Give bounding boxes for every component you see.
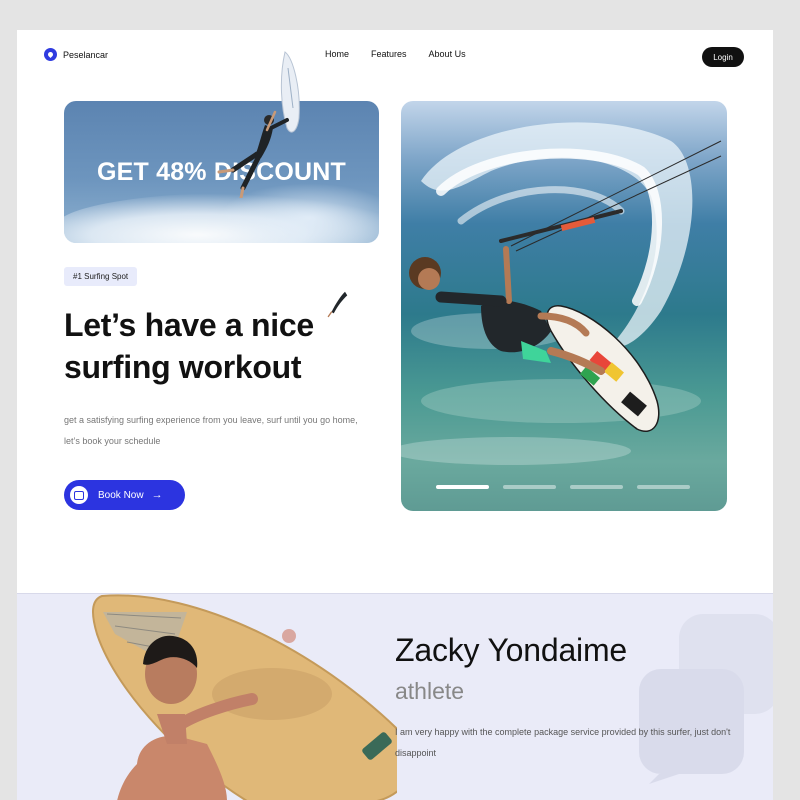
landing-page: Peselancar Home Features About Us Login … <box>17 30 773 800</box>
brand[interactable]: Peselancar <box>44 48 108 61</box>
testimonial-role: athlete <box>395 678 465 704</box>
arrow-right-icon: → <box>151 489 163 501</box>
athlete-photo <box>92 594 397 800</box>
kitesurf-scene <box>401 122 722 465</box>
nav-link-home[interactable]: Home <box>325 49 349 59</box>
brand-logo-icon <box>44 48 57 61</box>
flying-surfer-image <box>217 51 300 198</box>
surfer-arm-overlay <box>327 291 348 318</box>
brand-name: Peselancar <box>63 49 109 60</box>
hero-image <box>401 101 727 511</box>
book-now-label: Book Now <box>98 489 144 501</box>
hero-description: get a satisfying surfing experience from… <box>64 415 358 446</box>
slide-dot-1[interactable] <box>436 485 489 489</box>
surfing-spot-tag: #1 Surfing Spot <box>64 267 138 286</box>
login-button[interactable]: Login <box>702 47 744 67</box>
testimonial-quote: I am very happy with the complete packag… <box>395 727 731 758</box>
nav-link-features[interactable]: Features <box>371 49 407 59</box>
hero-headline: Let’s have a nice surfing workout <box>64 307 314 385</box>
slide-dot-4[interactable] <box>637 485 690 489</box>
slide-dot-2[interactable] <box>503 485 556 489</box>
book-now-button[interactable]: Book Now → <box>64 480 185 510</box>
testimonial-name: Zacky Yondaime <box>395 632 628 668</box>
slide-indicators <box>436 485 690 489</box>
calendar-icon <box>70 486 88 504</box>
slide-dot-3[interactable] <box>570 485 623 489</box>
nav-link-about-us[interactable]: About Us <box>429 49 466 59</box>
testimonial-section: Zacky Yondaime athlete I am very happy w… <box>17 593 773 800</box>
main-nav: Home Features About Us <box>325 49 466 59</box>
